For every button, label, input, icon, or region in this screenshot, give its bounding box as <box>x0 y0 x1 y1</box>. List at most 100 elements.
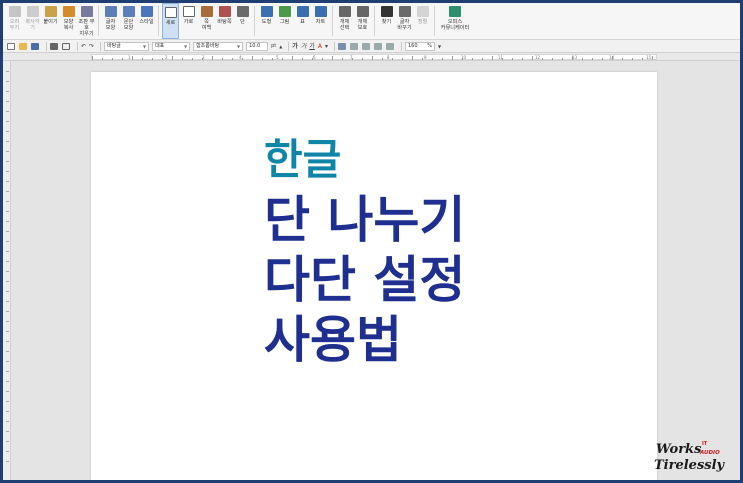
ribbon-button-label: 오려 두기 <box>9 19 20 31</box>
ribbon-button-columns[interactable]: 단 <box>234 3 251 39</box>
ribbon-button-style[interactable]: 스타일 <box>138 3 155 39</box>
ruler-tick <box>6 161 9 162</box>
ribbon-button-paste[interactable]: 붙이기 <box>42 3 59 39</box>
ruler-tick <box>6 271 9 272</box>
ruler-tick <box>292 56 293 60</box>
highlight-icon[interactable]: ▾ <box>325 42 328 51</box>
document-page[interactable]: 한글 단 나누기 다단 설정 사용법 <box>91 72 657 480</box>
italic-icon[interactable]: 가 <box>301 42 307 51</box>
print-preview-icon[interactable] <box>62 42 70 50</box>
ruler-tick <box>562 58 563 60</box>
font-language-select[interactable]: 대표 ▼ <box>152 41 191 51</box>
print-icon[interactable] <box>50 42 58 50</box>
ribbon-button-label: 개체 선택 <box>339 19 350 31</box>
ruler-tick <box>222 58 223 60</box>
ruler-tick <box>392 58 393 60</box>
ribbon-button-label: 정렬 <box>417 19 428 25</box>
chevron-down-icon: ▼ <box>183 43 188 49</box>
ruler-tick <box>6 461 9 462</box>
ruler-number: 11 <box>498 55 504 60</box>
format-toolbar: ↶ ↷ 바탕글 ▼ 대표 ▼ 함초롬바탕 ▼ 10.0 pt ▲ 가 가 가 A… <box>3 40 740 53</box>
table-icon <box>296 6 309 17</box>
ruler-tick <box>142 58 143 60</box>
ruler-number: 12 <box>535 55 541 60</box>
title-line-1: 한글 <box>264 135 342 184</box>
ribbon-button-label: 도형 <box>261 19 272 25</box>
toolbar-separator <box>334 41 335 51</box>
open-folder-icon[interactable] <box>19 42 27 50</box>
ruler-tick <box>242 58 243 60</box>
ribbon-button-label: 조판 부호 지우기 <box>78 19 95 37</box>
ribbon-button-sort[interactable]: 정렬 <box>414 3 431 39</box>
ruler-number: 8 <box>387 55 390 60</box>
save-icon[interactable] <box>31 42 39 50</box>
font-color-icon[interactable]: A <box>318 42 322 51</box>
ribbon-button-label: 단 <box>240 19 245 25</box>
ribbon-button-cut[interactable]: 오려 두기 <box>6 3 23 39</box>
ribbon-button-format-painter[interactable]: 모양 복사 <box>60 3 77 39</box>
align-right-icon[interactable] <box>374 42 382 50</box>
object-protect-icon <box>356 6 369 17</box>
font-size-input[interactable]: 10.0 <box>246 41 269 51</box>
ribbon-button-picture[interactable]: 그림 <box>276 3 293 39</box>
ribbon-button-paragraph-shape[interactable]: 문단 모양 <box>120 3 137 39</box>
undo-icon[interactable]: ↶ <box>81 42 86 51</box>
portrait-icon <box>164 7 177 18</box>
ruler-tick <box>632 58 633 60</box>
ribbon-button-landscape[interactable]: 가로 <box>180 3 197 39</box>
vertical-ruler[interactable] <box>3 61 11 480</box>
ruler-tick <box>172 56 173 60</box>
zoom-dropdown-icon[interactable]: ▼ <box>438 42 441 51</box>
ribbon-button-office-communicator[interactable]: 오피스 커뮤니케이터 <box>438 3 472 39</box>
replace-icon <box>398 6 411 17</box>
toolbar-separator <box>100 41 102 51</box>
ruler-tick <box>6 221 9 222</box>
ribbon-button-copy[interactable]: 복사하기 <box>24 3 41 39</box>
ribbon-separator <box>374 6 375 36</box>
columns-icon <box>236 6 249 17</box>
align-distribute-icon[interactable] <box>386 42 394 50</box>
ribbon-button-table[interactable]: 표 <box>294 3 311 39</box>
zoom-select[interactable]: 160 % <box>405 41 435 51</box>
ruler-tick <box>592 58 593 60</box>
ribbon-button-replace[interactable]: 글자 바꾸기 <box>396 3 413 39</box>
ribbon-button-clear-markup[interactable]: 조판 부호 지우기 <box>78 3 95 39</box>
ruler-tick <box>6 121 9 122</box>
align-justify-icon[interactable] <box>338 42 346 50</box>
ribbon-button-portrait[interactable]: 세로 <box>162 3 179 39</box>
ribbon-button-label: 표 <box>300 19 305 25</box>
style-select[interactable]: 바탕글 ▼ <box>104 41 150 51</box>
align-center-icon[interactable] <box>362 42 370 50</box>
ribbon-button-char-shape[interactable]: 글자 모양 <box>102 3 119 39</box>
shape-icon <box>260 6 273 17</box>
underline-icon[interactable]: 가 <box>309 42 315 51</box>
ribbon-button-object-select[interactable]: 개체 선택 <box>336 3 353 39</box>
redo-icon[interactable]: ↷ <box>89 42 94 51</box>
ribbon-button-shape[interactable]: 도형 <box>258 3 275 39</box>
hwp-window: 오려 두기 복사하기 붙이기 모양 복사 조판 부호 지우기 글자 모양 문단 모양 스타일 세… <box>3 3 740 480</box>
ribbon-button-page-margin[interactable]: 쪽 여백 <box>198 3 215 39</box>
ribbon-button-master-page[interactable]: 바탕쪽 <box>216 3 233 39</box>
font-select-value: 함초롬바탕 <box>196 42 220 49</box>
page-margin-icon <box>200 6 213 17</box>
align-left-icon[interactable] <box>350 42 358 50</box>
ribbon-button-object-protect[interactable]: 개체 보호 <box>354 3 371 39</box>
ruler-tick <box>332 56 333 60</box>
ribbon-button-find[interactable]: 찾기 <box>378 3 395 39</box>
ruler-tick <box>532 56 533 60</box>
ruler-tick <box>402 58 403 60</box>
ruler-tick <box>6 371 9 372</box>
ribbon-button-label: 그림 <box>279 19 290 25</box>
ruler-tick <box>112 58 113 60</box>
horizontal-ruler[interactable]: 1 2 3 4 5 6 7 8 9 10 11 12 13 14 15 <box>3 53 740 61</box>
ribbon-button-label: 쪽 여백 <box>201 19 212 31</box>
font-select[interactable]: 함초롬바탕 ▼ <box>193 41 244 51</box>
ribbon-button-chart[interactable]: 차트 <box>312 3 329 39</box>
ruler-tick <box>342 58 343 60</box>
watermark-audio-badge: AUDIO <box>700 450 720 456</box>
bold-icon[interactable]: 가 <box>292 42 298 51</box>
ruler-tick <box>582 58 583 60</box>
spin-icon[interactable]: ▲ <box>279 42 282 51</box>
new-document-icon[interactable] <box>7 42 15 50</box>
ribbon-separator <box>254 6 255 36</box>
